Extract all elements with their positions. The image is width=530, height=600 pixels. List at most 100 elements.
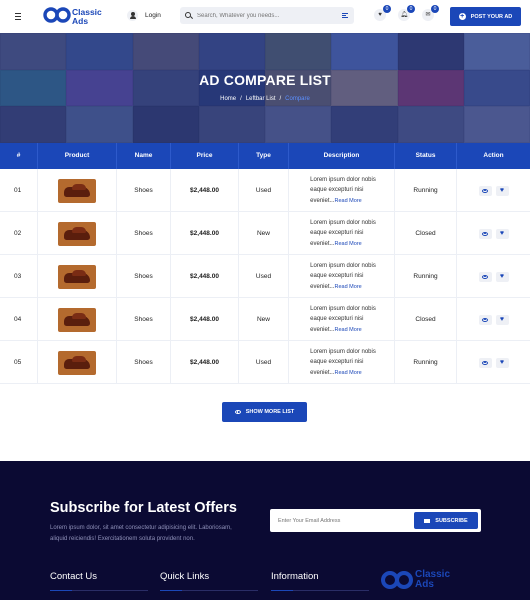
- eye-icon: [234, 410, 241, 414]
- product-thumbnail[interactable]: [58, 178, 96, 203]
- product-type: Used: [255, 187, 272, 194]
- table-row: 02 Shoes $2,448.00 New Lorem ipsum dolor nob…: [0, 212, 530, 255]
- breadcrumb: Home / Leftbar List / Compare: [220, 96, 310, 102]
- view-button[interactable]: [478, 185, 492, 196]
- view-button[interactable]: [478, 314, 492, 325]
- product-name: Shoes: [134, 187, 153, 194]
- footer-heading-contact: Contact Us: [50, 571, 97, 582]
- product-type: New: [256, 316, 270, 323]
- product-thumbnail[interactable]: [58, 264, 96, 289]
- footer-divider: [50, 590, 148, 591]
- row-actions: ♥: [478, 185, 509, 196]
- notifications-badge: 0: [407, 5, 415, 13]
- product-name: Shoes: [134, 273, 153, 280]
- product-type: New: [256, 230, 270, 237]
- table-row: 01 Shoes $2,448.00 Used Lorem ipsum dolor no…: [0, 169, 530, 212]
- favorites-button[interactable]: ♥ 0: [374, 5, 391, 21]
- product-thumbnail[interactable]: [58, 350, 96, 375]
- product-name: Shoes: [134, 316, 153, 323]
- hero-banner: AD COMPARE LIST Home / Leftbar List / Compar…: [0, 33, 530, 143]
- show-more-label: SHOW MORE LIST: [245, 409, 295, 415]
- read-more-link[interactable]: Read More: [335, 370, 362, 376]
- column-header-type: Type: [239, 143, 289, 169]
- favorite-button[interactable]: ♥: [495, 357, 509, 368]
- status-text: Closed: [415, 316, 436, 323]
- footer: Subscribe for Latest Offers Lorem ipsum …: [0, 461, 530, 600]
- subscribe-title: Subscribe for Latest Offers: [50, 500, 237, 516]
- search-icon[interactable]: [185, 11, 193, 20]
- product-name: Shoes: [134, 230, 153, 237]
- favorite-button[interactable]: ♥: [495, 228, 509, 239]
- subscribe-text: Lorem ipsum dolor, sit amet consectetur …: [50, 525, 232, 542]
- breadcrumb-leftbar-list[interactable]: Leftbar List: [246, 96, 276, 102]
- post-your-ad-label: POST YOUR AD: [470, 13, 513, 20]
- table-row: 04 Shoes $2,448.00 New Lorem ipsum dolor nob…: [0, 298, 530, 341]
- login-link[interactable]: Login: [127, 10, 161, 21]
- eye-icon: [482, 360, 488, 365]
- heart-icon: ♥: [499, 273, 505, 280]
- subscribe-label: SUBSCRIBE: [435, 517, 468, 524]
- view-button[interactable]: [478, 228, 492, 239]
- row-number: 02: [14, 230, 22, 237]
- login-label: Login: [145, 12, 161, 19]
- footer-logo[interactable]: Classic Ads: [381, 570, 461, 592]
- column-header-product: Product: [38, 143, 117, 169]
- row-number: 01: [14, 187, 22, 194]
- heart-icon: ♥: [499, 316, 505, 323]
- post-your-ad-button[interactable]: + POST YOUR AD: [450, 7, 521, 26]
- breadcrumb-home[interactable]: Home: [220, 96, 236, 102]
- product-name: Shoes: [134, 359, 153, 366]
- product-thumbnail[interactable]: [58, 307, 96, 332]
- table-row: 05 Shoes $2,448.00 Used Lorem ipsum dolor no…: [0, 341, 530, 384]
- footer-divider: [271, 590, 369, 591]
- status-text: Running: [413, 273, 438, 280]
- page-title: AD COMPARE LIST: [199, 72, 331, 88]
- filter-icon[interactable]: [342, 13, 348, 18]
- heart-icon: ♥: [499, 359, 505, 366]
- messages-button[interactable]: ✉ 0: [422, 5, 439, 21]
- read-more-link[interactable]: Read More: [335, 241, 362, 247]
- heart-icon: ♥: [499, 187, 505, 194]
- view-button[interactable]: [478, 271, 492, 282]
- product-thumbnail[interactable]: [58, 221, 96, 246]
- menu-icon[interactable]: [11, 10, 25, 22]
- column-header-status: Status: [395, 143, 457, 169]
- product-description: Lorem ipsum dolor nobis eaque excepturi n…: [310, 305, 376, 333]
- show-more-button[interactable]: SHOW MORE LIST: [222, 402, 307, 422]
- site-logo[interactable]: Classic Ads: [43, 7, 113, 27]
- view-button[interactable]: [478, 357, 492, 368]
- product-price: $2,448.00: [190, 316, 219, 323]
- read-more-link[interactable]: Read More: [335, 284, 362, 290]
- product-description: Lorem ipsum dolor nobis eaque excepturi n…: [310, 219, 376, 247]
- product-price: $2,448.00: [190, 230, 219, 237]
- footer-heading-information: Information: [271, 571, 319, 582]
- subscribe-button[interactable]: SUBSCRIBE: [414, 512, 478, 529]
- logo-text-line2: Ads: [72, 15, 89, 26]
- column-header-number: #: [0, 143, 38, 169]
- row-actions: ♥: [478, 357, 509, 368]
- column-header-name: Name: [117, 143, 171, 169]
- email-field[interactable]: [278, 514, 408, 527]
- product-price: $2,448.00: [190, 359, 219, 366]
- notifications-button[interactable]: 🔔︎ 0: [398, 5, 415, 21]
- subscribe-form: SUBSCRIBE: [270, 509, 481, 532]
- heart-icon: ♥: [499, 230, 505, 237]
- read-more-link[interactable]: Read More: [335, 327, 362, 333]
- column-header-action: Action: [483, 152, 504, 159]
- favorite-button[interactable]: ♥: [495, 185, 509, 196]
- mail-icon: [424, 518, 431, 523]
- favorite-button[interactable]: ♥: [495, 314, 509, 325]
- search-input[interactable]: [197, 12, 337, 19]
- footer-logo-line2: Ads: [415, 579, 434, 590]
- status-text: Closed: [415, 230, 436, 237]
- eye-icon: [482, 317, 488, 322]
- top-header: Classic Ads Login ♥ 0 🔔︎ 0 ✉ 0 + POST YO…: [0, 0, 530, 33]
- row-number: 05: [14, 359, 22, 366]
- envelope-icon: ✉: [425, 12, 431, 18]
- breadcrumb-current: Compare: [285, 96, 310, 102]
- favorite-button[interactable]: ♥: [495, 271, 509, 282]
- read-more-link[interactable]: Read More: [335, 198, 362, 204]
- product-description: Lorem ipsum dolor nobis eaque excepturi n…: [310, 348, 376, 376]
- row-number: 03: [14, 273, 22, 280]
- product-description: Lorem ipsum dolor nobis eaque excepturi n…: [310, 262, 376, 290]
